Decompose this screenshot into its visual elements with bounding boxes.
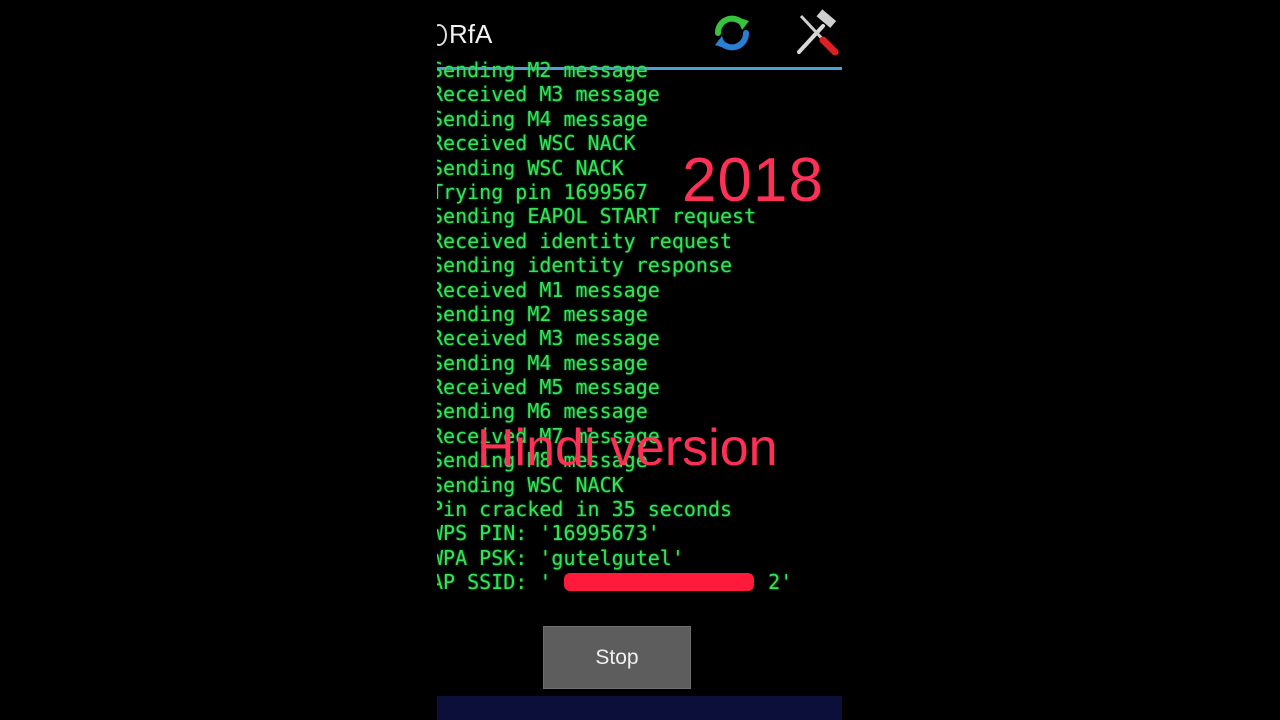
overlay-year-text: 2018 [682,146,824,215]
bottom-strip [437,696,842,720]
console-line: Received M3 message [437,326,660,351]
console-line: Sending M2 message [437,301,648,326]
console-line: Sending M4 message [437,106,648,131]
console-line: WPS PIN: '16995673' [437,521,660,546]
console-output: Sending M2 message Received M3 message S… [437,58,842,603]
ssid-redaction-scribble [564,573,754,591]
console-line: Pin cracked in 35 seconds [437,497,733,522]
console-line: Sending identity response [437,253,733,278]
app-title: RfA [449,19,493,49]
console-line: Received identity request [437,228,733,253]
console-line: WPA PSK: 'gutelgutel' [437,545,684,570]
console-line: Received M3 message [437,82,660,107]
phone-screen: RfA Sending M2 message Received M3 messa… [437,0,842,720]
console-line: Received M5 message [437,375,660,400]
app-logo-icon [437,24,447,46]
stop-button[interactable]: Stop [543,626,691,689]
console-line: Sending M4 message [437,350,648,375]
tools-icon [797,9,839,56]
overlay-version-text: Hindi version [477,419,778,477]
refresh-button[interactable] [707,8,757,58]
console-line: Sending M2 message [437,58,648,82]
refresh-icon [715,15,749,51]
tools-button[interactable] [791,8,841,58]
console-line: Received M1 message [437,277,660,302]
